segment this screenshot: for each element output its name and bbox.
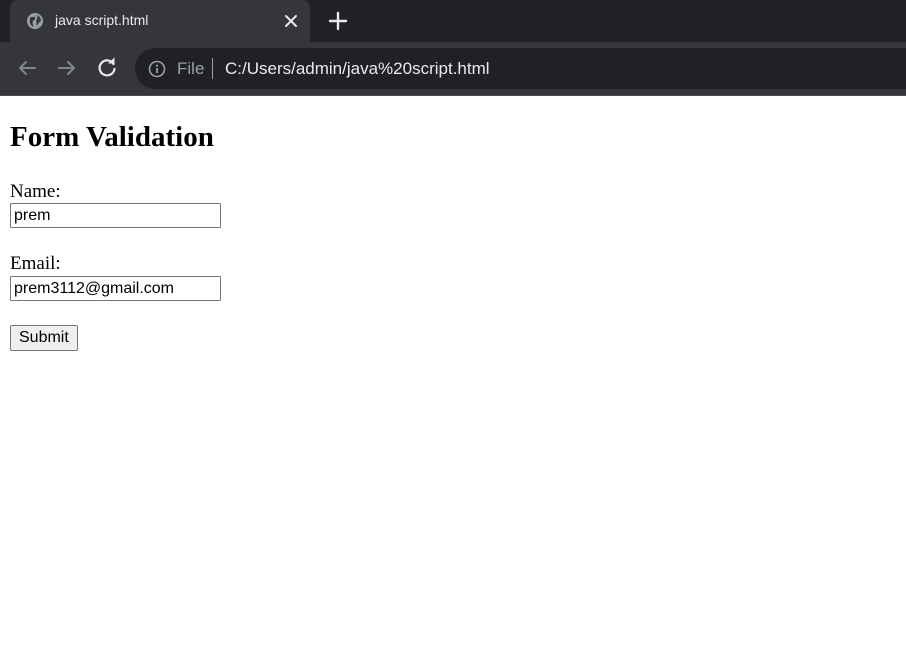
forward-arrow-icon[interactable] xyxy=(55,56,79,80)
address-bar[interactable]: File C:/Users/admin/java%20script.html xyxy=(135,48,906,89)
email-label: Email: xyxy=(10,253,61,274)
name-label: Name: xyxy=(10,181,61,202)
page-content: Form Validation Name: prem Email: prem31… xyxy=(0,96,906,657)
tab-strip: java script.html xyxy=(0,0,906,42)
close-icon[interactable] xyxy=(282,12,300,30)
address-url[interactable]: C:/Users/admin/java%20script.html xyxy=(225,59,490,79)
back-arrow-icon[interactable] xyxy=(15,56,39,80)
tab-title: java script.html xyxy=(55,12,149,28)
browser-toolbar: File C:/Users/admin/java%20script.html xyxy=(0,42,906,96)
page-title: Form Validation xyxy=(10,121,214,153)
address-scheme-label: File xyxy=(177,59,205,78)
address-divider xyxy=(212,58,213,79)
new-tab-plus-icon[interactable] xyxy=(327,10,349,32)
globe-icon xyxy=(26,12,44,30)
browser-tab[interactable]: java script.html xyxy=(10,0,310,42)
name-input[interactable]: prem xyxy=(10,203,221,228)
submit-button[interactable]: Submit xyxy=(10,325,78,351)
info-icon[interactable] xyxy=(148,60,166,78)
email-input[interactable]: prem3112@gmail.com xyxy=(10,276,221,301)
reload-icon[interactable] xyxy=(95,56,119,80)
